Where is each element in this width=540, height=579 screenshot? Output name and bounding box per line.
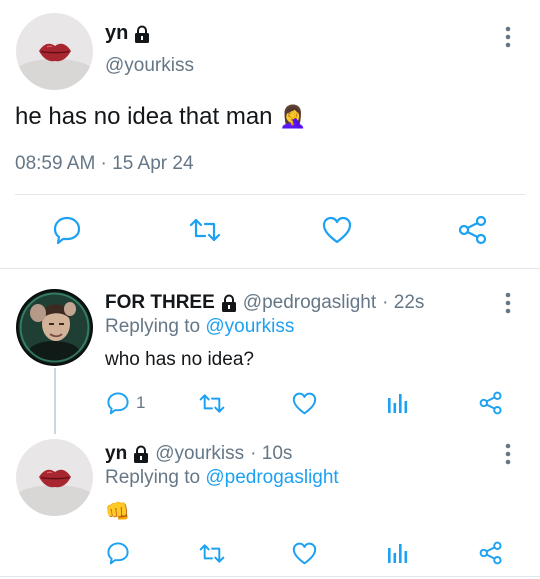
analytics-icon[interactable] [386, 392, 408, 414]
reply-icon[interactable] [106, 541, 130, 565]
lock-icon [135, 25, 150, 43]
replying-to-label: Replying to [105, 316, 201, 337]
main-tweet: yn @yourkiss he has no idea that man 🤦‍♀… [0, 0, 540, 268]
lock-icon [221, 294, 236, 312]
fist-emoji: 👊 [105, 501, 130, 523]
reply-tweet-1: FOR THREE @pedrogaslight · 22s Replying … [0, 269, 540, 434]
lips-icon [38, 43, 71, 61]
like-icon[interactable] [322, 216, 352, 244]
reply-action[interactable]: 1 [106, 391, 145, 415]
avatar[interactable] [16, 13, 93, 90]
reply-author-row: FOR THREE @pedrogaslight · 22s [105, 292, 424, 314]
reply-icon[interactable] [52, 215, 82, 245]
like-icon[interactable] [292, 542, 317, 565]
more-options-icon[interactable] [504, 26, 512, 48]
retweet-icon[interactable] [199, 542, 225, 565]
section-divider [0, 576, 540, 577]
reply-author-handle[interactable]: @yourkiss [155, 443, 244, 465]
avatar-shade [16, 59, 93, 90]
reply-age: · 22s [382, 292, 425, 313]
thread-line [54, 368, 56, 434]
divider [15, 194, 525, 195]
replying-to-label: Replying to [105, 467, 201, 488]
share-icon[interactable] [479, 541, 503, 565]
lock-icon [134, 445, 149, 463]
reply-author-handle[interactable]: @pedrogaslight [243, 292, 376, 314]
replying-to-line: Replying to @yourkiss [105, 316, 294, 338]
reply-author-name[interactable]: FOR THREE [105, 292, 215, 314]
tweet-timestamp: 08:59 AM · 15 Apr 24 [15, 153, 194, 174]
facepalm-emoji: 🤦‍♀️ [279, 104, 307, 129]
reply-count: 1 [136, 393, 146, 412]
avatar[interactable] [16, 439, 93, 516]
more-options-icon[interactable] [504, 292, 512, 314]
replying-to-line: Replying to @pedrogaslight [105, 467, 339, 489]
lips-icon [38, 469, 71, 487]
more-options-icon[interactable] [504, 443, 512, 465]
like-icon[interactable] [292, 392, 317, 415]
avatar-shade [16, 485, 93, 516]
share-icon[interactable] [458, 215, 488, 245]
reply-author-row: yn @yourkiss · 10s [105, 443, 292, 465]
replying-to-link[interactable]: @yourkiss [205, 316, 294, 337]
replying-to-link[interactable]: @pedrogaslight [205, 467, 338, 488]
share-icon[interactable] [479, 391, 503, 415]
avatar[interactable] [16, 289, 93, 366]
tweet-text: he has no idea that man 🤦‍♀️ [15, 103, 307, 131]
retweet-icon[interactable] [199, 392, 225, 415]
tweet-text-body: he has no idea that man [15, 103, 273, 130]
reply-text: who has no idea? [105, 349, 254, 370]
reply-author-name[interactable]: yn [105, 443, 127, 465]
author-name-row: yn [105, 22, 150, 45]
analytics-icon[interactable] [386, 542, 408, 564]
reply-age: · 10s [250, 443, 293, 464]
profile-photo-icon [19, 292, 90, 364]
retweet-icon[interactable] [189, 216, 221, 244]
reply-tweet-2: yn @yourkiss · 10s Replying to @pedrogas… [0, 429, 540, 579]
author-name[interactable]: yn [105, 22, 128, 45]
author-handle[interactable]: @yourkiss [105, 55, 194, 77]
reply-icon[interactable] [106, 391, 130, 415]
